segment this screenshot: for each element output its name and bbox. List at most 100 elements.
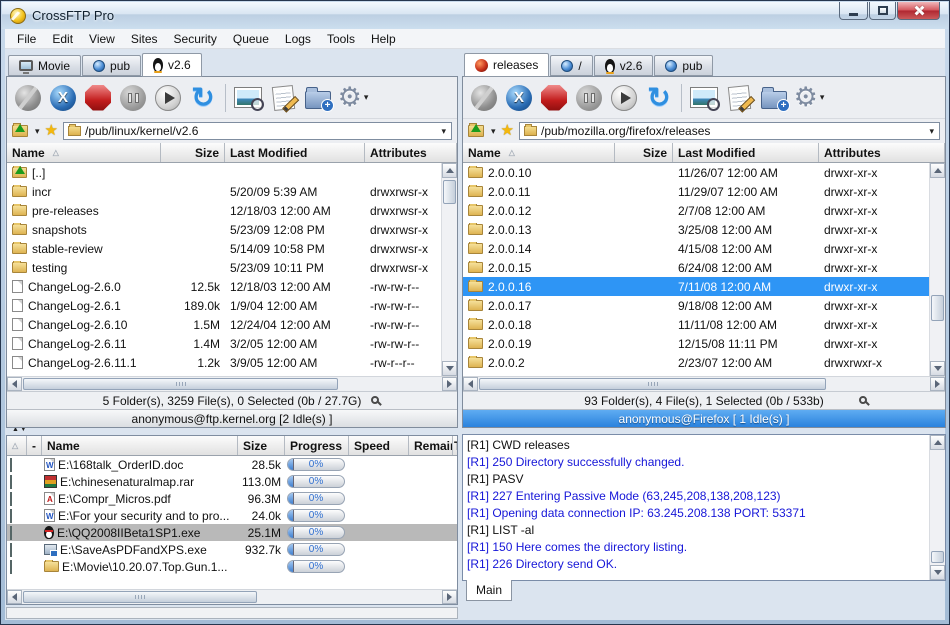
file-row[interactable]: snapshots 5/23/09 12:08 PM drwxrwsr-x: [7, 220, 441, 239]
right-path-combobox[interactable]: /pub/mozilla.org/firefox/releases ▾: [519, 122, 940, 140]
scroll-right-button[interactable]: [930, 377, 945, 391]
file-row[interactable]: 2.0.0.16 7/11/08 12:00 AM drwxr-xr-x: [463, 277, 929, 296]
column-header-attributes[interactable]: Attributes: [819, 143, 945, 162]
scroll-thumb[interactable]: [23, 591, 257, 603]
file-row[interactable]: ChangeLog-2.6.11.1 1.2k 3/9/05 12:00 AM …: [7, 353, 441, 372]
file-row[interactable]: [..]: [7, 163, 441, 182]
scroll-up-button[interactable]: [930, 163, 945, 178]
menu-item[interactable]: Edit: [44, 30, 81, 48]
queue-column-dash[interactable]: -: [27, 436, 42, 455]
file-row[interactable]: 2.0.0.17 9/18/08 12:00 AM drwxr-xr-x: [463, 296, 929, 315]
menu-item[interactable]: Tools: [319, 30, 363, 48]
scroll-thumb[interactable]: [931, 551, 944, 563]
menu-item[interactable]: Sites: [123, 30, 166, 48]
file-row[interactable]: 2.0.0.15 6/24/08 12:00 AM drwxr-xr-x: [463, 258, 929, 277]
log-vertical-scrollbar[interactable]: [929, 435, 945, 580]
scroll-left-button[interactable]: [7, 590, 22, 604]
scroll-left-button[interactable]: [463, 377, 478, 391]
menu-item[interactable]: Help: [363, 30, 404, 48]
queue-column-size[interactable]: Size: [238, 436, 285, 455]
column-header-size[interactable]: Size: [161, 143, 225, 162]
queue-column-time[interactable]: T: [453, 436, 457, 455]
file-row[interactable]: 2.0.0.19 12/15/08 11:11 PM drwxr-xr-x: [463, 334, 929, 353]
scroll-thumb[interactable]: [931, 295, 944, 321]
abort-button[interactable]: [540, 84, 568, 112]
site-tab[interactable]: pub: [654, 55, 713, 76]
queue-column-sort[interactable]: △: [7, 436, 27, 455]
scroll-up-button[interactable]: [930, 435, 945, 450]
title-bar[interactable]: CrossFTP Pro: [2, 2, 948, 29]
queue-column-speed[interactable]: Speed: [349, 436, 409, 455]
scroll-thumb[interactable]: [479, 378, 826, 390]
file-row[interactable]: ChangeLog-2.6.11 1.4M 3/2/05 12:00 AM -r…: [7, 334, 441, 353]
file-row[interactable]: ChangeLog-2.6.10 1.5M 12/24/04 12:00 AM …: [7, 315, 441, 334]
column-header-name[interactable]: Name△: [7, 143, 161, 162]
pause-button[interactable]: [575, 84, 603, 112]
scroll-left-button[interactable]: [7, 377, 22, 391]
queue-row[interactable]: E:\Compr_Micros.pdf 96.3M 0%: [7, 490, 457, 507]
file-row[interactable]: pre-releases 12/18/03 12:00 AM drwxrwsr-…: [7, 201, 441, 220]
edit-button[interactable]: [725, 84, 753, 112]
queue-column-progress[interactable]: Progress: [285, 436, 349, 455]
search-icon[interactable]: [371, 396, 379, 404]
file-row[interactable]: 2.0.0.12 2/7/08 12:00 AM drwxr-xr-x: [463, 201, 929, 220]
queue-row[interactable]: E:\chinesenaturalmap.rar 113.0M 0%: [7, 473, 457, 490]
scroll-right-button[interactable]: [442, 377, 457, 391]
settings-button[interactable]: ⚙▾: [339, 84, 367, 112]
connect-button[interactable]: [470, 84, 498, 112]
column-header-name[interactable]: Name△: [463, 143, 615, 162]
resume-button[interactable]: [610, 84, 638, 112]
file-row[interactable]: 2.0.0.11 11/29/07 12:00 AM drwxr-xr-x: [463, 182, 929, 201]
left-connection-bar[interactable]: anonymous@ftp.kernel.org [2 Idle(s) ]: [7, 409, 457, 427]
bookmark-star-icon[interactable]: ★: [501, 124, 514, 138]
queue-row[interactable]: E:\SaveAsPDFandXPS.exe 932.7k 0%: [7, 541, 457, 558]
scroll-thumb[interactable]: [443, 180, 456, 204]
file-row[interactable]: 2.0.0.2 2/23/07 12:00 AM drwxrwxr-x: [463, 353, 929, 372]
file-row[interactable]: 2.0.0.18 11/11/08 12:00 AM drwxr-xr-x: [463, 315, 929, 334]
path-dropdown-icon[interactable]: ▾: [929, 126, 934, 137]
file-row[interactable]: 2.0.0.13 3/25/08 12:00 AM drwxr-xr-x: [463, 220, 929, 239]
queue-row[interactable]: E:\Movie\10.20.07.Top.Gun.1... 0%: [7, 558, 457, 575]
close-button[interactable]: [897, 2, 940, 20]
search-icon[interactable]: [859, 396, 867, 404]
preview-button[interactable]: [690, 84, 718, 112]
refresh-button[interactable]: ↻: [189, 84, 217, 112]
file-row[interactable]: testing 5/23/09 10:11 PM drwxrwsr-x: [7, 258, 441, 277]
queue-row[interactable]: E:\For your security and to pro... 24.0k…: [7, 507, 457, 524]
queue-horizontal-scrollbar[interactable]: [7, 589, 457, 604]
up-directory-button[interactable]: [12, 125, 28, 137]
menu-item[interactable]: Security: [166, 30, 225, 48]
left-vertical-scrollbar[interactable]: [441, 163, 457, 376]
left-horizontal-scrollbar[interactable]: [7, 376, 457, 391]
maximize-button[interactable]: [869, 2, 896, 20]
up-directory-button[interactable]: [468, 125, 484, 137]
new-folder-button[interactable]: [304, 84, 332, 112]
site-tab[interactable]: Movie: [8, 55, 81, 76]
up-directory-dropdown-icon[interactable]: ▾: [35, 126, 40, 137]
scroll-right-button[interactable]: [442, 590, 457, 604]
site-tab[interactable]: /: [550, 55, 592, 76]
edit-button[interactable]: [269, 84, 297, 112]
scroll-down-button[interactable]: [930, 565, 945, 580]
right-connection-bar[interactable]: anonymous@Firefox [ 1 Idle(s) ]: [463, 409, 945, 427]
preview-button[interactable]: [234, 84, 262, 112]
site-tab[interactable]: v2.6: [594, 55, 654, 76]
scroll-thumb[interactable]: [23, 378, 338, 390]
resume-button[interactable]: [154, 84, 182, 112]
scroll-up-button[interactable]: [442, 163, 457, 178]
site-tab[interactable]: pub: [82, 55, 141, 76]
right-horizontal-scrollbar[interactable]: [463, 376, 945, 391]
left-path-combobox[interactable]: /pub/linux/kernel/v2.6 ▾: [63, 122, 452, 140]
queue-row[interactable]: E:\168talk_OrderID.doc 28.5k 0%: [7, 456, 457, 473]
menu-item[interactable]: View: [81, 30, 123, 48]
menu-item[interactable]: Queue: [225, 30, 277, 48]
file-row[interactable]: 2.0.0.14 4/15/08 12:00 AM drwxr-xr-x: [463, 239, 929, 258]
log-tab-main[interactable]: Main: [466, 580, 512, 601]
menu-item[interactable]: Logs: [277, 30, 319, 48]
disconnect-button[interactable]: X: [49, 84, 77, 112]
connect-button[interactable]: [14, 84, 42, 112]
right-vertical-scrollbar[interactable]: [929, 163, 945, 376]
column-header-modified[interactable]: Last Modified: [225, 143, 365, 162]
settings-button[interactable]: ⚙▾: [795, 84, 823, 112]
file-row[interactable]: ChangeLog-2.6.0 12.5k 12/18/03 12:00 AM …: [7, 277, 441, 296]
